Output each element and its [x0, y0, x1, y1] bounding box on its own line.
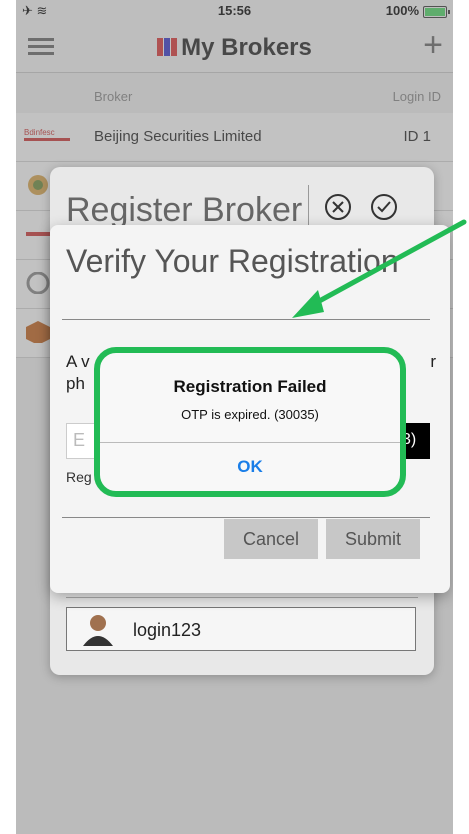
user-avatar-icon — [83, 615, 113, 646]
verify-title: Verify Your Registration — [66, 243, 399, 279]
divider — [62, 517, 430, 518]
divider — [66, 597, 418, 598]
verify-message-part: r — [430, 352, 436, 371]
check-circle-icon[interactable] — [370, 193, 398, 221]
submit-button[interactable]: Submit — [326, 519, 420, 559]
verify-message-part: A v — [66, 352, 90, 371]
highlight-frame — [94, 347, 406, 497]
login-value: login123 — [133, 620, 202, 640]
verify-message-part: ph — [66, 374, 85, 393]
close-circle-icon[interactable] — [324, 193, 352, 221]
divider — [62, 319, 430, 320]
cancel-button[interactable]: Cancel — [224, 519, 318, 559]
otp-placeholder: E — [73, 430, 86, 450]
register-note: Reg — [66, 469, 92, 485]
login-field[interactable]: login123 — [66, 607, 416, 651]
